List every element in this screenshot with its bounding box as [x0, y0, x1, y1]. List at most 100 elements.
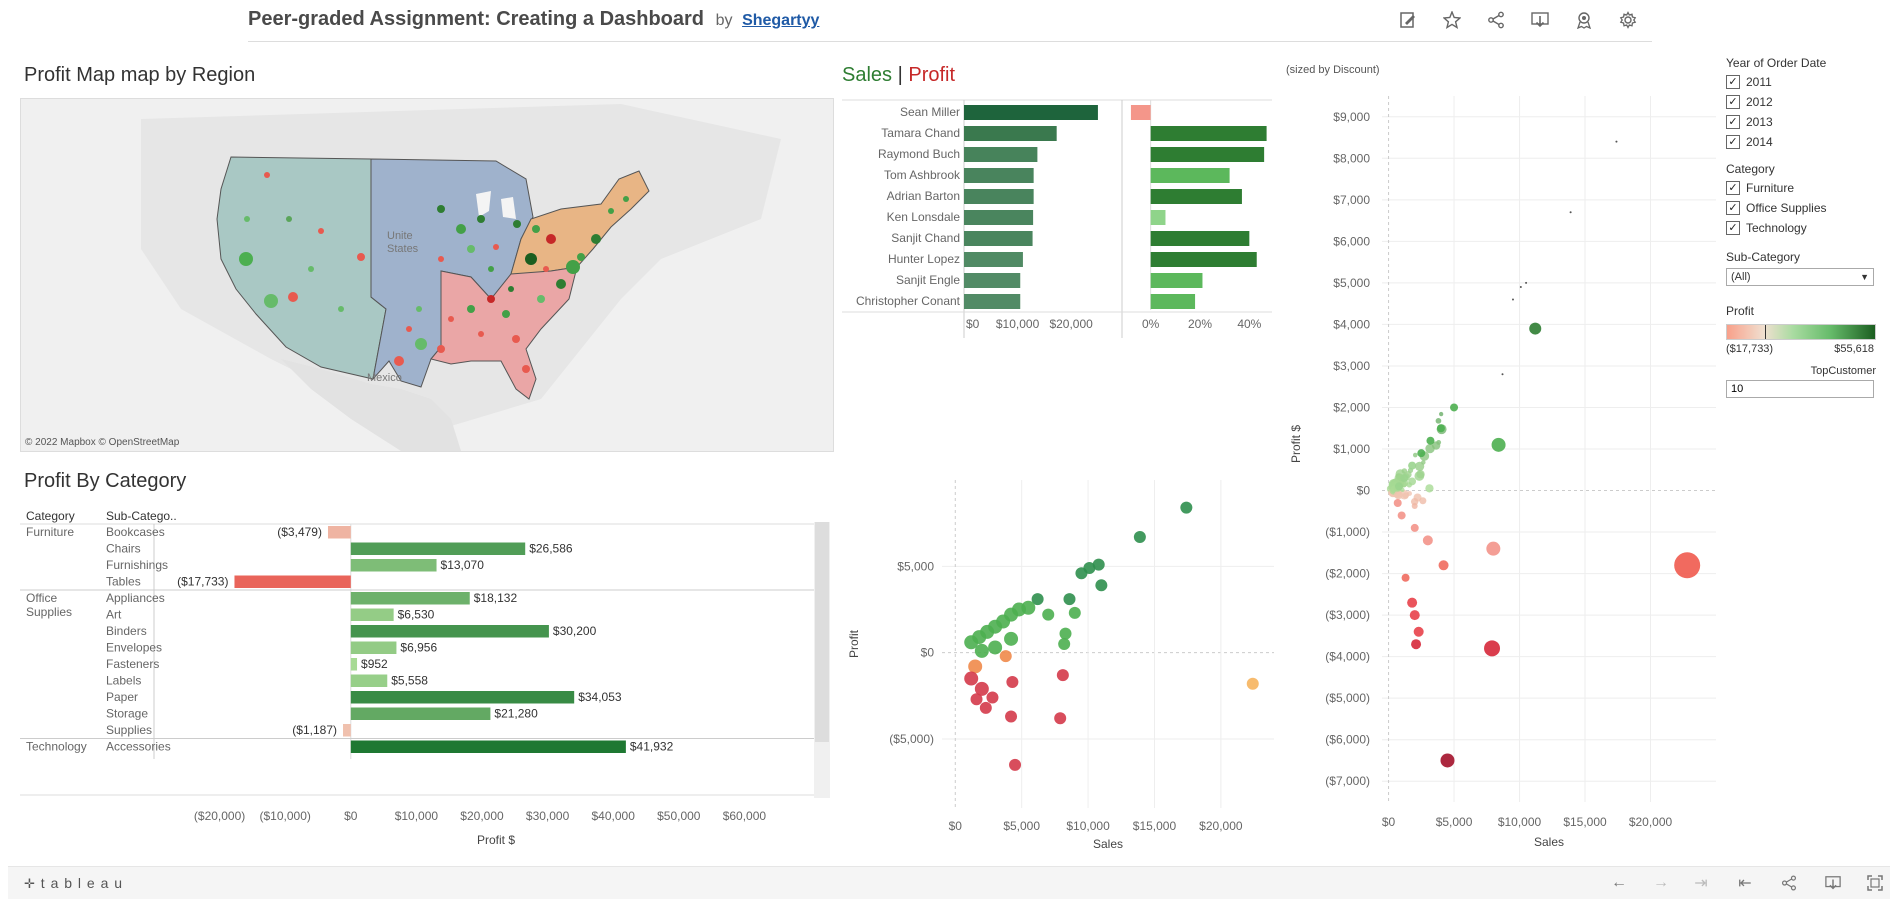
subcategory-filter-title: Sub-Category [1726, 250, 1886, 264]
customer-name: Sanjit Engle [896, 273, 960, 287]
sales-bar [964, 231, 1033, 246]
redo-icon[interactable]: → [1650, 873, 1672, 893]
sales-tick-label: $0 [966, 317, 980, 331]
footer-download-icon[interactable] [1822, 873, 1844, 893]
year-checkbox-row[interactable]: ✓ 2014 [1726, 132, 1886, 152]
sales-profit-scatter[interactable]: ($5,000) $0 $5,000 $0 $5,000 $10,000 $15,000 $2… [842, 470, 1276, 850]
checkbox-checked-icon[interactable]: ✓ [1726, 201, 1740, 215]
profit-by-category-chart[interactable]: Category Sub-Catego.. Furniture Bookcases… [20, 508, 832, 848]
y-tick-label: $6,000 [1333, 234, 1370, 248]
undo-icon[interactable]: ← [1608, 873, 1630, 893]
customer-name: Sanjit Chand [891, 231, 960, 245]
right-scatter-xlabel: Sales [1534, 835, 1564, 849]
category-filter-title: Category [1726, 162, 1886, 176]
bar-value-label: $30,200 [553, 624, 597, 638]
profit-ratio-bar [1151, 273, 1203, 288]
settings-icon[interactable] [1616, 8, 1640, 32]
sales-profit-chart[interactable]: Sean Miller Tamara Chand Raymond Buch Tom A… [842, 98, 1276, 338]
category-checkbox-row[interactable]: ✓ Furniture [1726, 178, 1886, 198]
author-link[interactable]: Shegartyy [742, 12, 819, 29]
bar-value-label: $21,280 [494, 707, 538, 721]
sales-bar [964, 252, 1023, 267]
year-checkbox-row[interactable]: ✓ 2013 [1726, 112, 1886, 132]
customer-name: Ken Lonsdale [887, 210, 961, 224]
scatter-point [1395, 482, 1403, 490]
metrics-icon[interactable] [1572, 8, 1596, 32]
scatter-point [1439, 560, 1449, 570]
revert-icon[interactable]: ⇥ [1690, 873, 1712, 893]
checkbox-checked-icon[interactable]: ✓ [1726, 95, 1740, 109]
y-tick-label: $8,000 [1333, 151, 1370, 165]
x-tick-label: ($10,000) [260, 809, 311, 823]
category-bar [351, 559, 437, 572]
subcategory-label: Binders [106, 624, 147, 638]
x-tick-label: $15,000 [1133, 819, 1177, 833]
scatter-point [1398, 511, 1406, 519]
topcustomer-input[interactable] [1726, 380, 1874, 398]
customer-name: Christopher Conant [856, 294, 961, 308]
x-tick-label: $15,000 [1563, 815, 1607, 829]
customer-name: Tamara Chand [881, 126, 960, 140]
scatter-cloud-point [1414, 471, 1424, 481]
share-icon[interactable] [1484, 8, 1508, 32]
checkbox-checked-icon[interactable]: ✓ [1726, 75, 1740, 89]
tableau-logo[interactable]: ✛ t a b l e a u [24, 875, 123, 892]
profit-ratio-bar [1151, 252, 1257, 267]
scatter-cloud-point [1421, 460, 1425, 464]
sales-profit-title: Sales | Profit [842, 64, 955, 87]
checkbox-checked-icon[interactable]: ✓ [1726, 221, 1740, 235]
star-icon[interactable] [1440, 8, 1464, 32]
bar-value-label: $952 [361, 657, 388, 671]
year-checkbox-row[interactable]: ✓ 2011 [1726, 72, 1886, 92]
category-label: Supplies [26, 605, 72, 619]
category-scroll-thumb[interactable] [815, 522, 829, 742]
checkbox-checked-icon[interactable]: ✓ [1726, 181, 1740, 195]
category-bar [351, 609, 394, 622]
checkbox-checked-icon[interactable]: ✓ [1726, 115, 1740, 129]
reset-icon[interactable]: ⇤ [1734, 873, 1756, 893]
category-label: Furniture [26, 525, 74, 539]
y-tick-label: $7,000 [1333, 193, 1370, 207]
title-sep: | [898, 64, 903, 86]
footer-share-icon[interactable] [1778, 873, 1800, 893]
profit-ratio-bar [1151, 294, 1195, 309]
mid-scatter-ylabel: Profit [847, 629, 861, 658]
profit-legend-max: $55,618 [1834, 343, 1874, 355]
dashboard-title: Peer-graded Assignment: Creating a Dashb… [248, 8, 819, 31]
sales-bar [964, 210, 1033, 225]
x-tick-label: $0 [1382, 815, 1396, 829]
scatter-point [1134, 531, 1146, 543]
bar-value-label: $13,070 [441, 558, 485, 572]
category-checkbox-row[interactable]: ✓ Office Supplies [1726, 198, 1886, 218]
profit-map[interactable]: Unite States Mexico © 2022 Mapbox © Open… [20, 98, 834, 452]
scatter-point [1674, 552, 1700, 578]
subcategory-dropdown[interactable]: (All) ▼ [1726, 268, 1874, 286]
download-icon[interactable] [1528, 8, 1552, 32]
category-checkbox-row[interactable]: ✓ Technology [1726, 218, 1886, 238]
category-bar [351, 642, 397, 655]
year-checkbox-row[interactable]: ✓ 2012 [1726, 92, 1886, 112]
sales-bar [964, 105, 1098, 120]
bar-value-label: ($17,733) [177, 575, 228, 589]
subcategory-label: Fasteners [106, 657, 159, 671]
x-tick-label: $20,000 [1199, 819, 1243, 833]
scatter-point [1520, 286, 1522, 288]
profit-tick-label: 40% [1237, 317, 1261, 331]
scatter-point [1486, 542, 1500, 556]
year-checkbox-label: 2014 [1746, 135, 1773, 149]
subcategory-label: Storage [106, 707, 148, 721]
discount-scatter[interactable]: $9,000 $8,000 $7,000 $6,000 $5,000 $4,000 $3,0… [1286, 84, 1726, 854]
map-attribution: © 2022 Mapbox © OpenStreetMap [25, 437, 180, 448]
fullscreen-icon[interactable] [1864, 873, 1886, 893]
scatter-cloud-point [1412, 503, 1418, 509]
y-tick-label: $3,000 [1333, 359, 1370, 373]
scatter-cloud-point [1439, 412, 1443, 416]
scatter-point [1417, 449, 1425, 457]
sales-bar [964, 126, 1057, 141]
checkbox-checked-icon[interactable]: ✓ [1726, 135, 1740, 149]
sales-profit-svg: Sean Miller Tamara Chand Raymond Buch Tom A… [842, 98, 1276, 338]
edit-icon[interactable] [1396, 8, 1420, 32]
profit-color-legend [1726, 324, 1876, 340]
y-tick-label: $4,000 [1333, 317, 1370, 331]
scatter-point [1570, 211, 1572, 213]
